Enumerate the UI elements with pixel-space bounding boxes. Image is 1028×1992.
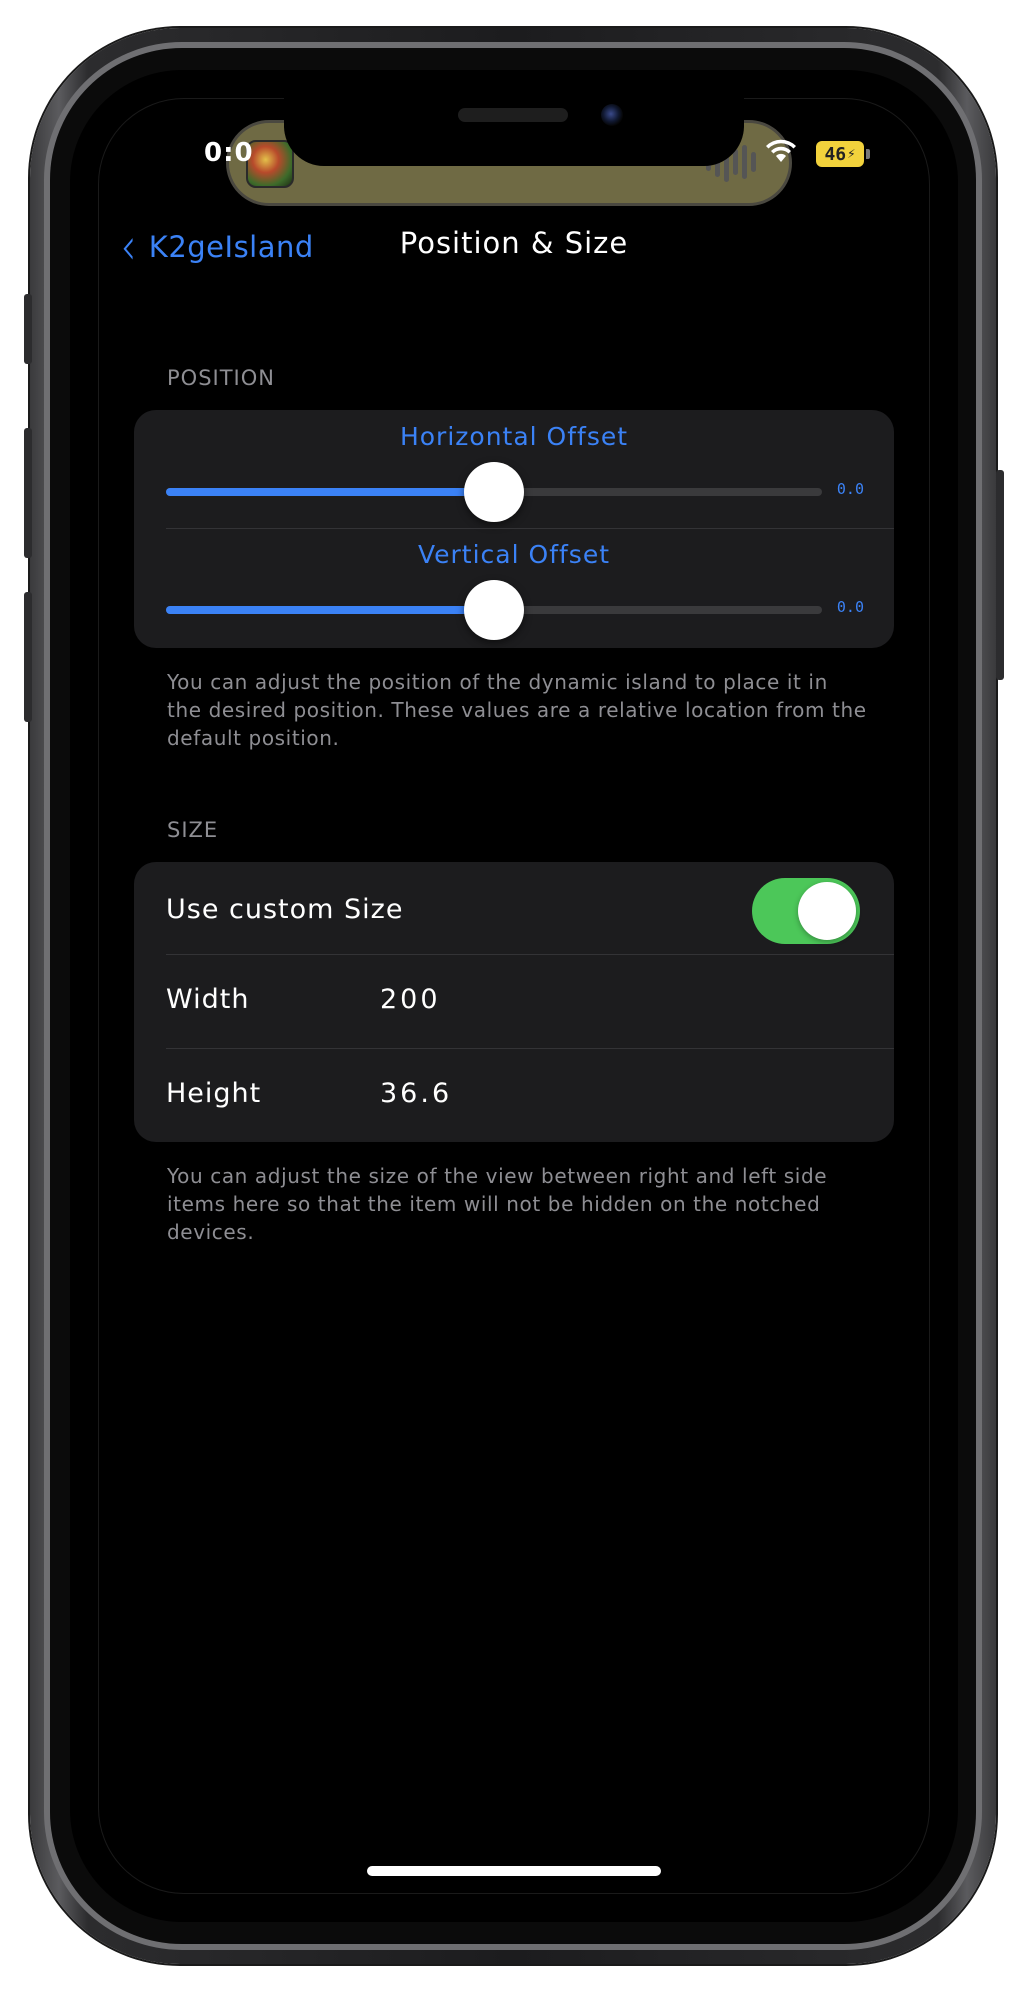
divider bbox=[166, 1048, 894, 1049]
page-title: Position & Size bbox=[399, 226, 629, 260]
horizontal-offset-title: Horizontal Offset bbox=[399, 422, 629, 451]
section-header-position: POSITION bbox=[167, 366, 275, 390]
size-card: Use custom Size Width 200 Height 36.6 bbox=[134, 862, 894, 1142]
section-header-size: SIZE bbox=[167, 818, 219, 842]
divider bbox=[166, 528, 894, 529]
use-custom-size-label: Use custom Size bbox=[166, 894, 404, 925]
position-footer-text: You can adjust the position of the dynam… bbox=[167, 670, 867, 750]
silent-switch bbox=[24, 294, 32, 364]
earpiece-speaker bbox=[458, 108, 568, 122]
wifi-icon bbox=[764, 138, 798, 171]
width-field[interactable]: 200 bbox=[380, 984, 441, 1015]
divider bbox=[166, 954, 894, 955]
size-footer-text: You can adjust the size of the view betw… bbox=[167, 1164, 828, 1244]
battery-level: 46 bbox=[824, 143, 847, 165]
height-field[interactable]: 36.6 bbox=[380, 1078, 452, 1109]
vertical-offset-value: 0.0 bbox=[836, 598, 864, 616]
volume-up-button bbox=[24, 428, 32, 558]
power-button bbox=[996, 470, 1004, 680]
home-indicator[interactable] bbox=[367, 1866, 661, 1876]
vertical-offset-slider[interactable] bbox=[166, 580, 822, 640]
horizontal-offset-fill bbox=[166, 488, 494, 496]
status-time: 0:0 bbox=[204, 138, 254, 168]
position-card: Horizontal Offset 0.0 Vertical Offset 0.… bbox=[134, 410, 894, 648]
vertical-offset-thumb[interactable] bbox=[464, 580, 524, 640]
use-custom-size-toggle[interactable] bbox=[752, 878, 860, 944]
horizontal-offset-value: 0.0 bbox=[836, 480, 864, 498]
front-camera bbox=[601, 104, 623, 126]
toggle-knob bbox=[798, 882, 856, 940]
height-label: Height bbox=[166, 1078, 262, 1109]
vertical-offset-fill bbox=[166, 606, 494, 614]
volume-down-button bbox=[24, 592, 32, 722]
battery-icon: 46 ⚡ bbox=[816, 141, 864, 167]
horizontal-offset-thumb[interactable] bbox=[464, 462, 524, 522]
battery-cap bbox=[866, 149, 870, 159]
vertical-offset-title: Vertical Offset bbox=[417, 540, 610, 569]
horizontal-offset-slider[interactable] bbox=[166, 462, 822, 522]
width-label: Width bbox=[166, 984, 250, 1015]
